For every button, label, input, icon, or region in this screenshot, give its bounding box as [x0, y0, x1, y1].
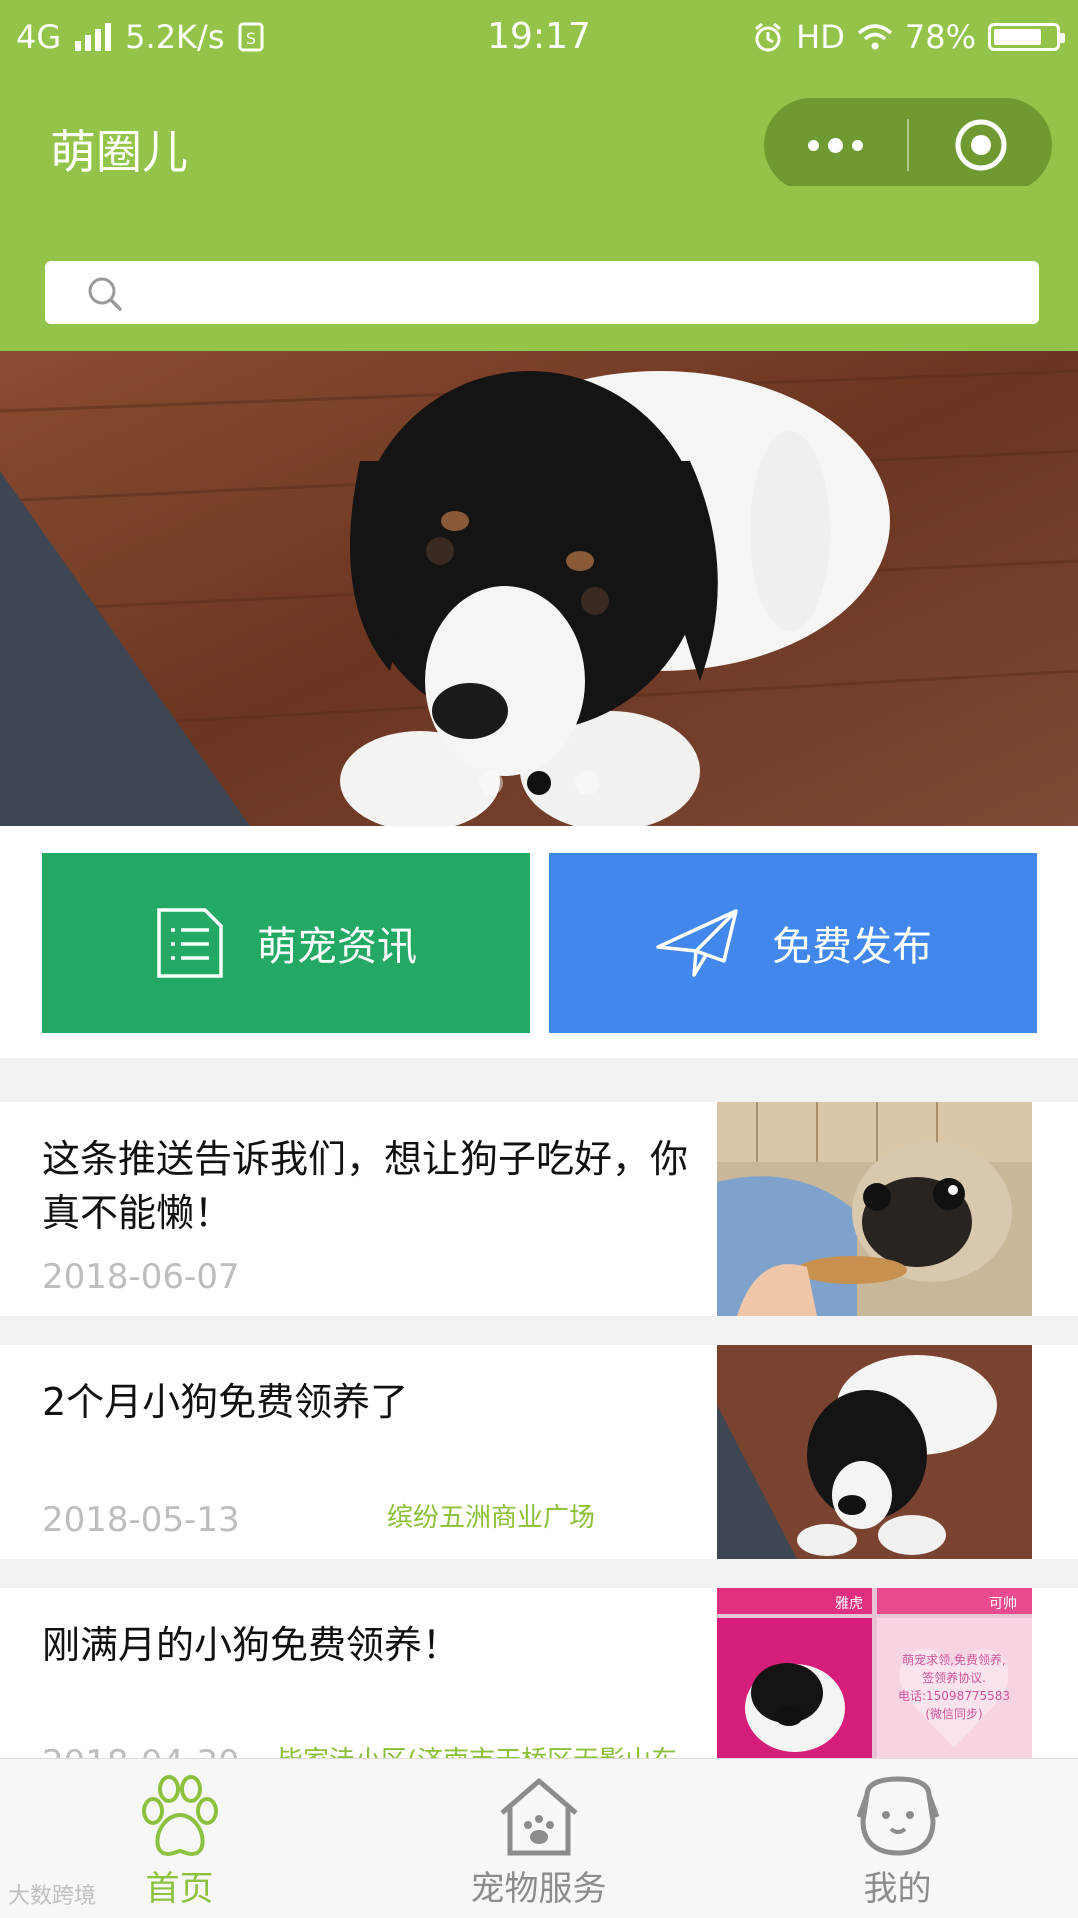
mini-program-capsule — [764, 98, 1052, 192]
thumb-card-text: 电话:15098775583 — [898, 1689, 1010, 1703]
thumb-card-text: 签领养协议. — [922, 1670, 986, 1685]
tab-mine[interactable]: 我的 — [718, 1759, 1077, 1918]
post-title: 刚满月的小狗免费领养！ — [42, 1623, 461, 1667]
list-item[interactable]: 这条推送告诉我们，想让狗子吃好，你真不能懒！ 2018-06-07 — [0, 1102, 1078, 1316]
thumb-tag-left: 雅虎 — [835, 1596, 863, 1612]
search-input[interactable] — [45, 261, 1039, 324]
quick-actions: 萌宠资讯 免费发布 — [0, 826, 1078, 1058]
post-thumbnail — [717, 1345, 1032, 1559]
pet-house-icon — [499, 1778, 578, 1856]
battery-icon — [988, 23, 1065, 51]
post-location: 缤纷五洲商业广场 — [387, 1503, 596, 1533]
banner-puppy-image — [0, 351, 1078, 826]
more-button[interactable] — [764, 98, 907, 192]
watermark: 大数跨境 — [8, 1884, 97, 1909]
carousel-dot[interactable] — [479, 771, 503, 795]
thumb-card-text: (微信同步) — [925, 1707, 982, 1721]
tab-label: 宠物服务 — [470, 1869, 607, 1909]
tab-bar: 首页 宠物服务 我的 — [0, 1758, 1078, 1918]
post-thumbnail — [717, 1102, 1032, 1316]
carousel-dots — [0, 771, 1078, 795]
page-title: 萌圈儿 — [50, 125, 188, 179]
search-area — [0, 186, 1078, 351]
free-publish-button[interactable]: 免费发布 — [549, 853, 1037, 1033]
carousel-dot[interactable] — [575, 771, 599, 795]
close-button[interactable] — [909, 98, 1052, 192]
dog-face-icon — [856, 1776, 939, 1856]
post-date: 2018-06-07 — [42, 1257, 240, 1297]
paper-plane-icon — [656, 909, 738, 977]
post-title: 2个月小狗免费领养了 — [42, 1380, 409, 1424]
pet-news-button[interactable]: 萌宠资讯 — [42, 853, 530, 1033]
thumb-tag-right: 可帅 — [989, 1596, 1017, 1612]
nav-bar: 萌圈儿 — [0, 74, 1078, 192]
free-publish-label: 免费发布 — [772, 924, 932, 970]
post-title: 这条推送告诉我们，想让狗子吃好，你真不能懒！ — [42, 1137, 689, 1235]
wifi-icon — [857, 23, 893, 51]
list-item[interactable]: 2个月小狗免费领养了 2018-05-13 缤纷五洲商业广场 — [0, 1345, 1078, 1559]
tab-pet-services[interactable]: 宠物服务 — [359, 1759, 718, 1918]
search-icon — [88, 277, 122, 311]
banner-carousel[interactable] — [0, 351, 1078, 826]
document-icon — [157, 908, 223, 978]
target-icon — [955, 119, 1006, 171]
pet-news-label: 萌宠资讯 — [257, 924, 417, 970]
battery-percent: 78% — [904, 18, 976, 56]
status-bar: 4G 5.2K/s S 19:17 HD 78% — [0, 0, 1078, 74]
post-date: 2018-05-13 — [42, 1500, 240, 1540]
alarm-icon — [752, 21, 784, 53]
thumb-card-text: 萌宠求领,免费领养, — [902, 1652, 1006, 1667]
hd-indicator: HD — [796, 18, 845, 56]
tab-label: 我的 — [863, 1869, 932, 1909]
paw-icon — [141, 1775, 218, 1857]
carousel-dot-active[interactable] — [527, 771, 551, 795]
